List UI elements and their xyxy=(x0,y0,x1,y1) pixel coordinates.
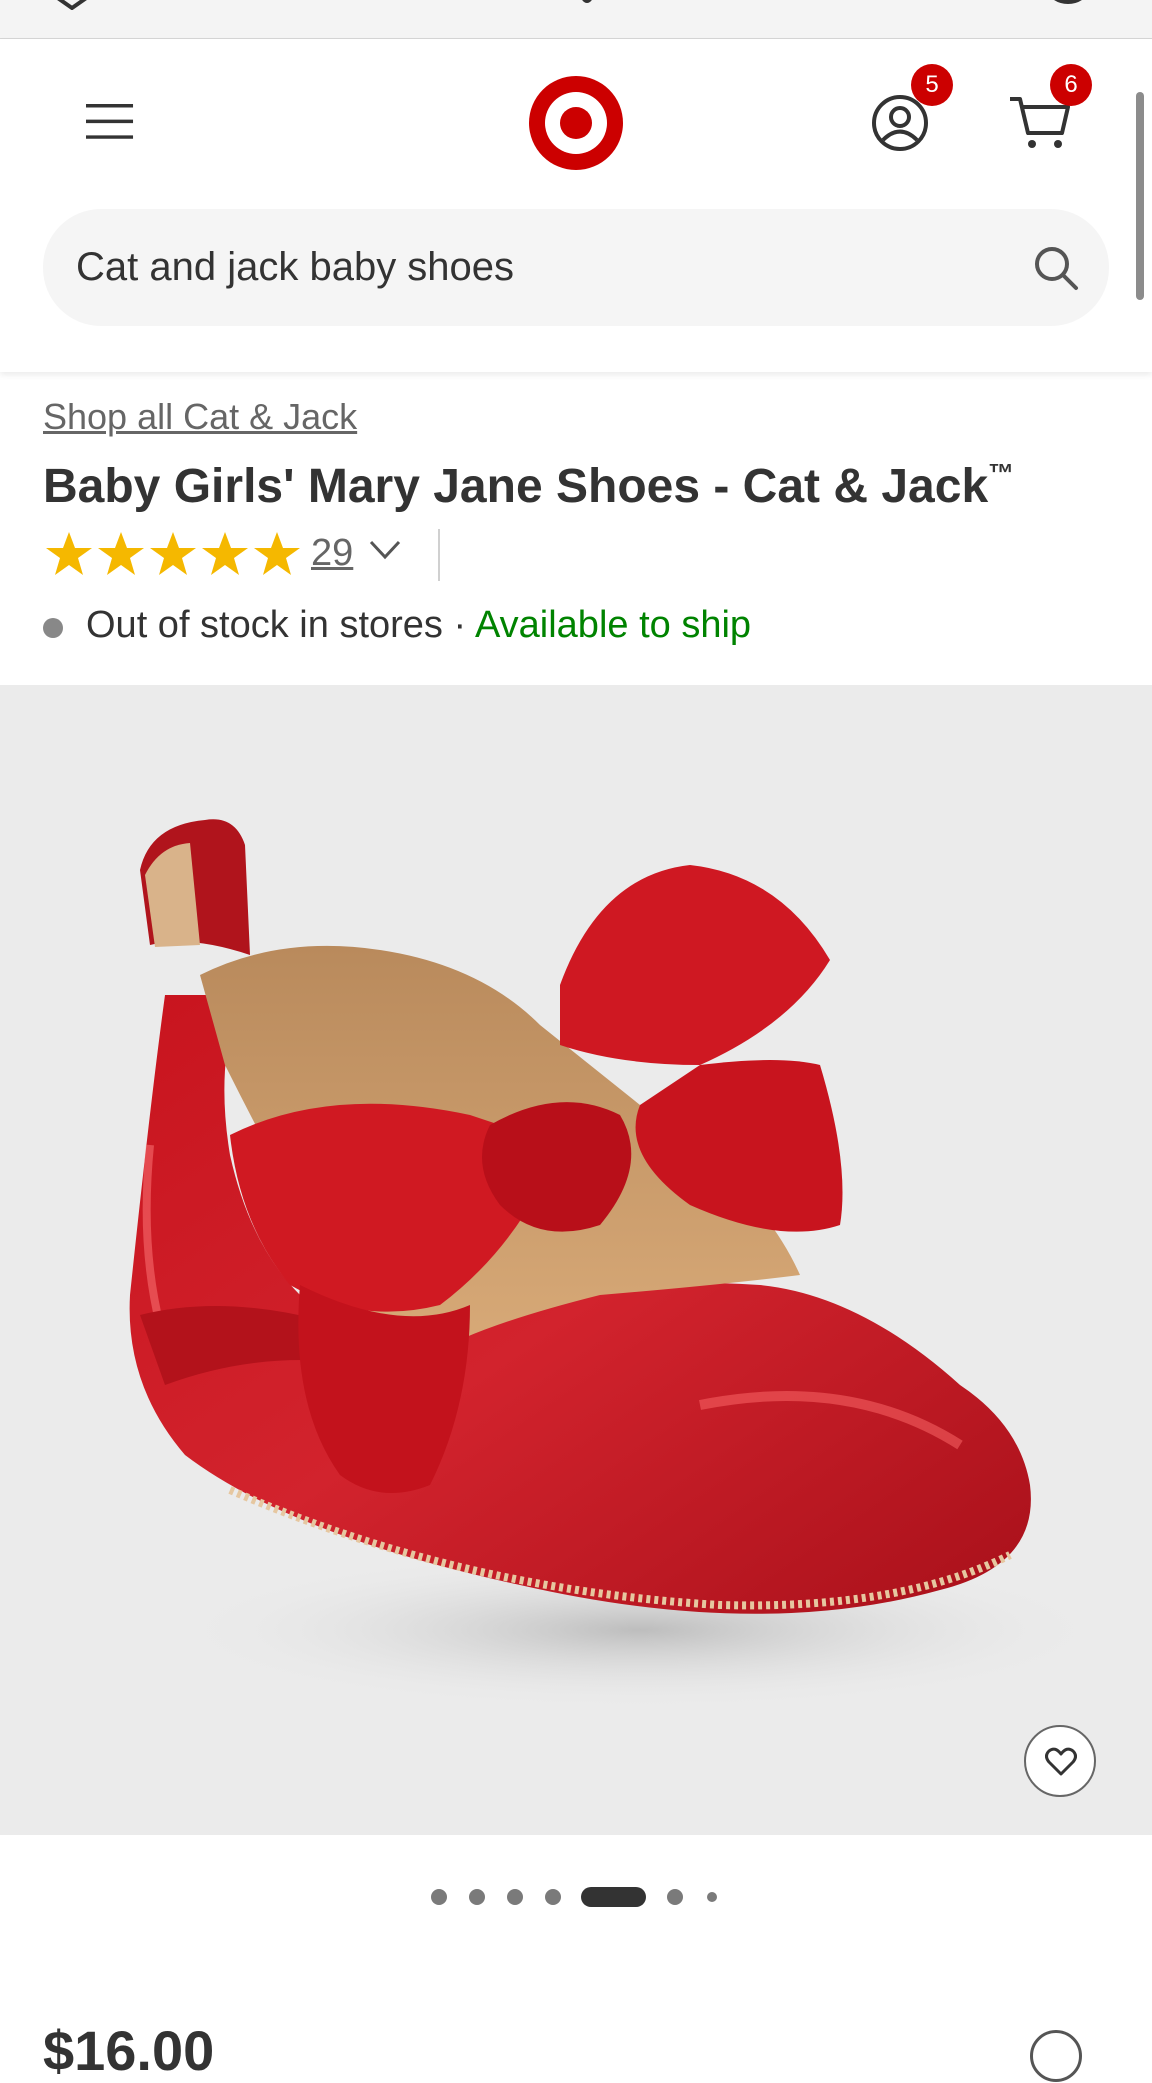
search-input-value: Cat and jack baby shoes xyxy=(76,245,515,289)
browser-menu-icon[interactable] xyxy=(1040,0,1096,6)
address-bar-fragment xyxy=(582,0,592,3)
target-logo[interactable] xyxy=(528,75,624,171)
trademark-mark: ™ xyxy=(988,458,1015,488)
stock-status-dot xyxy=(43,618,63,638)
star-rating xyxy=(43,529,303,581)
hamburger-menu-icon[interactable] xyxy=(86,102,140,146)
carousel-dot[interactable] xyxy=(507,1889,523,1905)
product-image xyxy=(129,819,1110,1710)
search-input[interactable]: Cat and jack baby shoes xyxy=(43,209,1109,326)
heart-icon xyxy=(1045,1747,1077,1776)
cart-badge: 6 xyxy=(1050,64,1092,106)
search-icon[interactable] xyxy=(1033,245,1079,291)
star-icon xyxy=(202,532,248,575)
star-icon xyxy=(150,532,196,575)
carousel-indicators xyxy=(0,1884,1152,1912)
close-icon[interactable] xyxy=(44,0,104,10)
rating-summary[interactable]: 29 xyxy=(43,529,463,581)
product-title: Baby Girls' Mary Jane Shoes - Cat & Jack… xyxy=(43,458,1014,514)
carousel-dot[interactable] xyxy=(545,1889,561,1905)
product-price: $16.00 xyxy=(43,2019,215,2082)
carousel-dot[interactable] xyxy=(469,1889,485,1905)
star-icon xyxy=(98,532,144,575)
carousel-dot[interactable] xyxy=(707,1892,717,1902)
star-icon xyxy=(46,532,92,575)
account-badge: 5 xyxy=(911,64,953,106)
star-icon xyxy=(254,532,300,575)
store-stock-text: Out of stock in stores · xyxy=(86,604,467,646)
divider xyxy=(438,529,440,581)
review-count-link[interactable]: 29 xyxy=(311,532,353,575)
shop-all-brand-link[interactable]: Shop all Cat & Jack xyxy=(43,396,357,438)
carousel-dot[interactable] xyxy=(667,1889,683,1905)
product-image-carousel[interactable] xyxy=(0,685,1152,1835)
carousel-dot-active[interactable] xyxy=(581,1887,646,1907)
product-title-text: Baby Girls' Mary Jane Shoes - Cat & Jack xyxy=(43,460,989,513)
browser-toolbar xyxy=(0,0,1152,39)
info-icon[interactable] xyxy=(1030,2030,1082,2082)
page-scrollbar[interactable] xyxy=(1136,92,1144,300)
chevron-down-icon[interactable] xyxy=(369,539,401,561)
ship-availability-link[interactable]: Available to ship xyxy=(475,604,751,647)
add-to-favorites-button[interactable] xyxy=(1024,1725,1096,1797)
site-header: 5 6 Cat and jack baby shoes xyxy=(0,39,1152,372)
carousel-dot[interactable] xyxy=(431,1889,447,1905)
